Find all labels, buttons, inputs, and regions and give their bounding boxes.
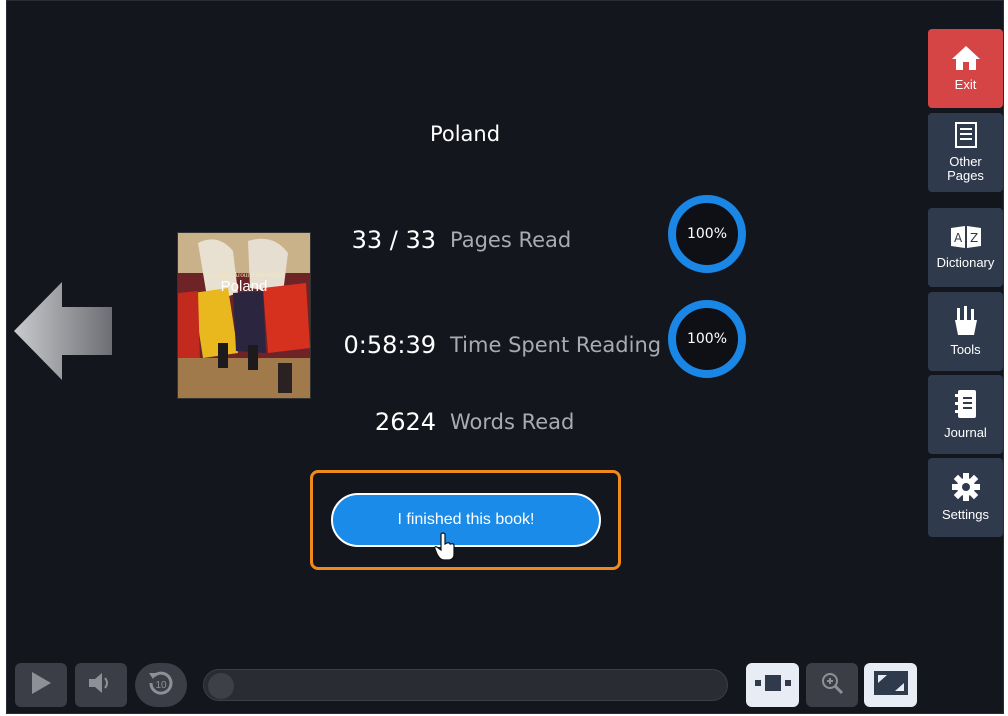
dictionary-icon: AZ xyxy=(950,225,982,252)
play-button[interactable] xyxy=(15,663,67,707)
cover-title: Poland xyxy=(220,278,268,295)
finished-book-button[interactable]: I finished this book! xyxy=(331,493,601,547)
book-cover: Countries Around the World Poland xyxy=(178,233,310,398)
pages-read-progress-ring: 100% xyxy=(668,195,746,273)
zoom-in-icon xyxy=(820,671,844,700)
home-icon xyxy=(951,45,981,74)
journal-button[interactable]: Journal xyxy=(928,375,1003,454)
words-read-label: Words Read xyxy=(450,410,575,434)
dictionary-label: Dictionary xyxy=(936,255,995,270)
other-pages-label: Other Pages xyxy=(947,154,984,183)
finished-book-button-label: I finished this book! xyxy=(397,511,535,528)
audio-button[interactable] xyxy=(75,663,127,707)
layout-icon xyxy=(754,674,791,697)
settings-label: Settings xyxy=(942,507,989,522)
reader-window xyxy=(6,0,1004,714)
settings-button[interactable]: Settings xyxy=(928,458,1003,537)
time-spent-label: Time Spent Reading xyxy=(450,333,662,357)
book-title: Poland xyxy=(429,122,501,146)
exit-button[interactable]: Exit xyxy=(928,29,1003,108)
pages-read-percent: 100% xyxy=(686,226,728,242)
exit-label: Exit xyxy=(954,77,977,92)
dictionary-button[interactable]: AZ Dictionary xyxy=(928,208,1003,287)
hand-cursor-icon xyxy=(434,532,456,567)
zoom-button[interactable] xyxy=(806,663,858,707)
svg-text:A: A xyxy=(954,231,963,245)
tools-icon xyxy=(953,306,979,339)
pages-read-label: Pages Read xyxy=(450,228,572,252)
replay-10-button[interactable]: 10 xyxy=(135,663,187,707)
previous-page-arrow-icon[interactable] xyxy=(14,282,114,380)
time-spent-percent: 100% xyxy=(686,331,728,347)
pages-read-value: 33 / 33 xyxy=(351,226,436,254)
fullscreen-icon xyxy=(873,670,908,700)
progress-handle[interactable] xyxy=(208,673,234,699)
gear-icon xyxy=(951,473,980,504)
page-layout-button[interactable] xyxy=(746,663,799,707)
journal-icon xyxy=(954,389,977,422)
svg-text:Z: Z xyxy=(970,231,978,245)
replay-seconds: 10 xyxy=(155,679,167,691)
fullscreen-button[interactable] xyxy=(864,663,917,707)
time-spent-progress-ring: 100% xyxy=(668,300,746,378)
audio-progress-bar[interactable] xyxy=(203,669,728,701)
other-pages-button[interactable]: Other Pages xyxy=(928,113,1003,192)
words-read-value: 2624 xyxy=(374,408,436,436)
list-icon xyxy=(954,122,977,151)
journal-label: Journal xyxy=(944,425,987,440)
time-spent-value: 0:58:39 xyxy=(343,331,436,359)
speaker-icon xyxy=(88,672,114,699)
tools-label: Tools xyxy=(950,342,981,357)
tools-button[interactable]: Tools xyxy=(928,292,1003,371)
play-icon xyxy=(30,671,52,700)
